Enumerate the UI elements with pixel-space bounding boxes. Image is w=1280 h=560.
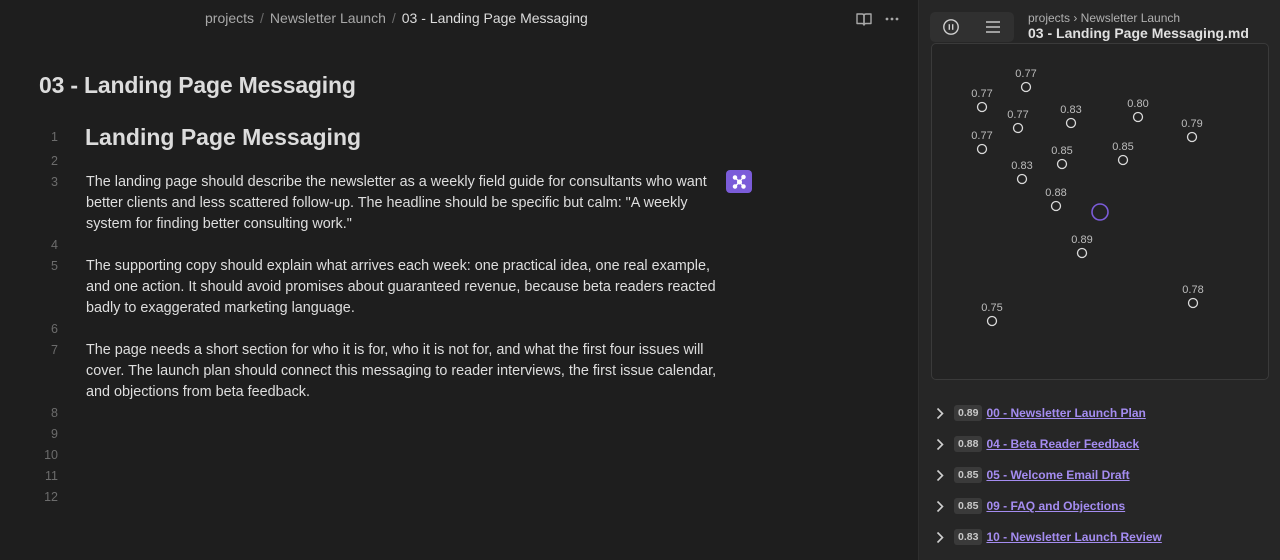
text-line[interactable]: The supporting copy should explain what … [86,256,726,277]
breadcrumb-separator: / [260,10,264,26]
related-note-link[interactable]: 09 - FAQ and Objections [986,499,1125,513]
similarity-score-badge: 0.85 [954,498,983,514]
graph-node-score: 0.75 [981,302,1002,314]
related-notes-pane: projects › Newsletter Launch 03 - Landin… [919,0,1280,560]
list-icon[interactable] [972,12,1014,42]
line-number: 8 [51,406,58,420]
text-line[interactable]: and one action. It should avoid promises… [86,277,726,298]
sidebar-path: projects › Newsletter Launch [1028,11,1181,25]
related-note-link[interactable]: 04 - Beta Reader Feedback [986,437,1139,451]
graph-node-score: 0.89 [1071,234,1092,246]
graph-node-score: 0.80 [1127,98,1148,110]
text-line[interactable]: cover. The launch plan should connect th… [86,361,726,382]
related-note-link[interactable]: 10 - Newsletter Launch Review [986,530,1161,544]
similarity-score-badge: 0.85 [954,467,983,483]
graph-node-score: 0.77 [971,88,992,100]
line-number: 3 [51,175,58,189]
graph-node[interactable] [1012,122,1024,134]
similarity-graph[interactable]: 0.77 0.77 0.77 0.77 0.83 0.80 0.79 0.85 0.85 0.83… [931,43,1269,380]
editor-pane: projects / Newsletter Launch / 03 - Landing … [0,0,918,560]
graph-node-score: 0.77 [1015,68,1036,80]
graph-node[interactable] [1076,247,1088,259]
line-number: 6 [51,322,58,336]
chevron-right-icon[interactable] [931,404,949,422]
graph-node[interactable] [1187,297,1199,309]
chevron-right-icon[interactable] [931,435,949,453]
graph-node-score: 0.88 [1045,187,1066,199]
similarity-score-badge: 0.83 [954,529,983,545]
line-number: 2 [51,154,58,168]
current-note-node[interactable] [1091,203,1109,221]
graph-node-score: 0.83 [1011,160,1032,172]
note-title[interactable]: 03 - Landing Page Messaging [39,72,356,99]
related-note-link[interactable]: 00 - Newsletter Launch Plan [986,406,1145,420]
related-note-item[interactable]: 0.83 10 - Newsletter Launch Review [931,524,1162,550]
breadcrumb-current[interactable]: 03 - Landing Page Messaging [402,10,588,26]
related-note-item[interactable]: 0.88 04 - Beta Reader Feedback [931,431,1139,457]
text-line[interactable]: The page needs a short section for who i… [86,340,726,361]
graph-node-score: 0.85 [1112,141,1133,153]
graph-node-score: 0.78 [1182,284,1203,296]
graph-node[interactable] [1050,200,1062,212]
graph-node[interactable] [1132,111,1144,123]
related-note-item[interactable]: 0.85 09 - FAQ and Objections [931,493,1125,519]
graph-node[interactable] [1016,173,1028,185]
breadcrumb: projects / Newsletter Launch / 03 - Landing … [205,10,588,26]
text-line[interactable]: system for finding better consulting wor… [86,214,726,235]
more-horizontal-icon[interactable] [883,10,901,28]
graph-network-icon[interactable] [726,170,752,193]
book-open-icon[interactable] [855,10,873,28]
related-note-item[interactable]: 0.89 00 - Newsletter Launch Plan [931,400,1146,426]
similarity-score-badge: 0.88 [954,436,983,452]
sidebar-note-title: 03 - Landing Page Messaging.md [1028,25,1249,41]
graph-node-score: 0.83 [1060,104,1081,116]
graph-node[interactable] [976,101,988,113]
line-number: 9 [51,427,58,441]
graph-node-score: 0.85 [1051,145,1072,157]
graph-node[interactable] [1186,131,1198,143]
text-line[interactable]: better clients and less scattered follow… [86,193,726,214]
view-toggle-group [930,12,1014,42]
graph-node[interactable] [1020,81,1032,93]
line-number: 1 [51,130,58,144]
text-line[interactable]: The landing page should describe the new… [86,172,726,193]
breadcrumb-separator: / [391,10,396,26]
graph-node-score: 0.79 [1181,118,1202,130]
chevron-right-icon[interactable] [931,497,949,515]
graph-node-score: 0.77 [971,130,992,142]
line-number: 7 [51,343,58,357]
line-number: 10 [44,448,58,462]
breadcrumb-newsletter-launch[interactable]: Newsletter Launch [270,10,386,26]
graph-node[interactable] [1056,158,1068,170]
graph-node-score: 0.77 [1007,109,1028,121]
line-number: 12 [44,490,58,504]
line-number: 5 [51,259,58,273]
line-number: 11 [45,469,58,483]
pause-circle-icon[interactable] [930,12,972,42]
similarity-score-badge: 0.89 [954,405,983,421]
line-number: 4 [51,238,58,252]
breadcrumb-projects[interactable]: projects [205,10,254,26]
related-note-item[interactable]: 0.85 05 - Welcome Email Draft [931,462,1130,488]
chevron-right-icon[interactable] [931,528,949,546]
text-line[interactable]: badly to exaggerated marketing language. [86,298,726,319]
chevron-right-icon[interactable] [931,466,949,484]
graph-node[interactable] [1117,154,1129,166]
graph-node[interactable] [1065,117,1077,129]
text-line[interactable]: and objections from beta feedback. [86,382,726,403]
heading-line[interactable]: Landing Page Messaging [85,124,361,151]
related-note-link[interactable]: 05 - Welcome Email Draft [986,468,1129,482]
graph-node[interactable] [986,315,998,327]
graph-node[interactable] [976,143,988,155]
